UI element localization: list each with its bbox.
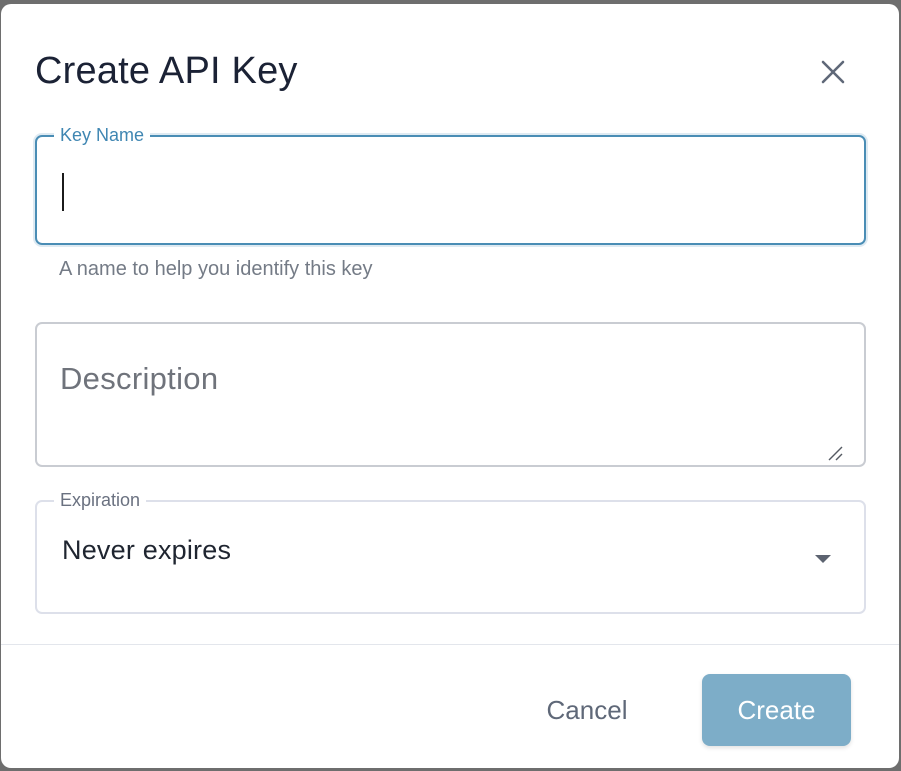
- dialog-title: Create API Key: [35, 50, 298, 92]
- description-textarea[interactable]: Description: [35, 322, 866, 467]
- create-button[interactable]: Create: [702, 674, 851, 746]
- key-name-field[interactable]: Key Name: [35, 124, 866, 245]
- close-button[interactable]: [813, 52, 853, 92]
- text-cursor: [62, 173, 64, 211]
- resize-handle-icon[interactable]: [826, 445, 844, 461]
- key-name-input[interactable]: [59, 157, 843, 225]
- expiration-selected-value: Never expires: [62, 535, 232, 565]
- description-placeholder: Description: [60, 361, 219, 396]
- close-icon: [821, 60, 845, 84]
- caret-down-icon: [815, 555, 831, 563]
- key-name-label: Key Name: [54, 124, 151, 146]
- cancel-button[interactable]: Cancel: [531, 674, 643, 746]
- expiration-label: Expiration: [54, 489, 147, 511]
- create-api-key-dialog: Create API Key Key Name A name to help y…: [1, 4, 899, 768]
- expiration-select[interactable]: Expiration Never expires: [35, 489, 866, 614]
- footer-divider: [1, 644, 899, 645]
- key-name-helper-text: A name to help you identify this key: [59, 258, 373, 280]
